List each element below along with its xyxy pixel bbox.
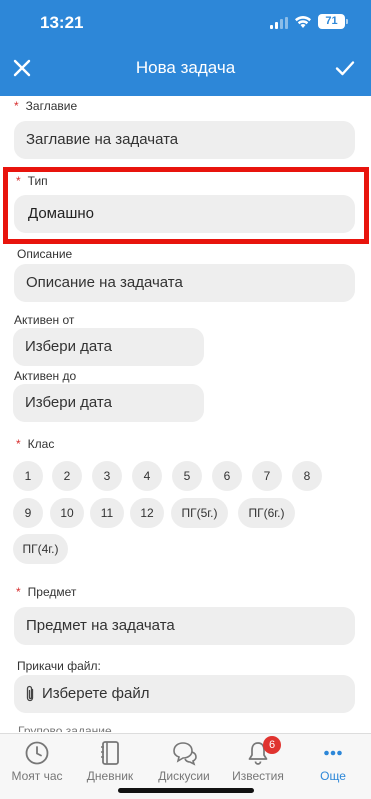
clock-icon bbox=[25, 741, 49, 765]
navigation-bar: Нова задача bbox=[0, 46, 371, 90]
tab-discussions[interactable]: Дискусии bbox=[147, 740, 221, 783]
active-from-date-picker[interactable]: Избери дата bbox=[13, 328, 204, 366]
class-chip-6[interactable]: 6 bbox=[212, 461, 242, 491]
notification-badge: 6 bbox=[263, 736, 281, 754]
title-input[interactable]: Заглавие на задачата bbox=[14, 121, 355, 159]
cellular-signal-icon bbox=[270, 17, 290, 29]
choose-file-label: Изберете файл bbox=[42, 685, 150, 702]
class-chip-10[interactable]: 10 bbox=[50, 498, 84, 528]
class-chip-7[interactable]: 7 bbox=[252, 461, 282, 491]
more-dots-icon bbox=[324, 750, 342, 756]
description-label: Описание bbox=[17, 247, 73, 261]
class-chip-4[interactable]: 4 bbox=[132, 461, 162, 491]
choose-file-button[interactable]: Изберете файл bbox=[14, 675, 355, 713]
active-to-date-picker[interactable]: Избери дата bbox=[13, 384, 204, 422]
tab-label: Още bbox=[320, 769, 346, 783]
class-chip-11[interactable]: 11 bbox=[90, 498, 124, 528]
tab-my-class[interactable]: Моят час bbox=[0, 740, 74, 783]
class-chip-5[interactable]: 5 bbox=[172, 461, 202, 491]
page-title: Нова задача bbox=[135, 58, 236, 77]
tab-label: Дискусии bbox=[158, 769, 210, 783]
attach-file-label: Прикачи файл: bbox=[17, 659, 101, 673]
checkmark-icon[interactable] bbox=[333, 56, 357, 80]
tab-label: Известия bbox=[232, 769, 284, 783]
class-chip-12[interactable]: 12 bbox=[130, 498, 164, 528]
active-from-label: Активен от bbox=[14, 313, 75, 327]
class-chip-9[interactable]: 9 bbox=[13, 498, 43, 528]
notebook-icon bbox=[101, 741, 119, 765]
class-chip-pg6[interactable]: ПГ(6г.) bbox=[238, 498, 295, 528]
status-time: 13:21 bbox=[40, 13, 84, 32]
required-asterisk: * bbox=[16, 437, 21, 451]
description-input[interactable]: Описание на задачата bbox=[14, 264, 355, 302]
tab-notifications[interactable]: 6 Известия bbox=[221, 736, 295, 783]
class-chip-1[interactable]: 1 bbox=[13, 461, 43, 491]
top-bar: 13:21 71 Нова задача bbox=[0, 0, 371, 96]
group-task-label: Групово задание bbox=[18, 724, 112, 732]
wifi-icon bbox=[295, 16, 311, 28]
tab-journal[interactable]: Дневник bbox=[73, 740, 147, 783]
class-chip-8[interactable]: 8 bbox=[292, 461, 322, 491]
active-to-label: Активен до bbox=[14, 369, 77, 383]
subject-label: * Предмет bbox=[16, 585, 77, 599]
tab-label: Моят час bbox=[11, 769, 63, 783]
class-chip-2[interactable]: 2 bbox=[52, 461, 82, 491]
chat-bubbles-icon bbox=[173, 742, 197, 766]
status-bar: 13:21 71 bbox=[0, 0, 371, 46]
class-chip-pg5[interactable]: ПГ(5г.) bbox=[171, 498, 228, 528]
home-indicator bbox=[118, 788, 254, 793]
paperclip-icon bbox=[26, 685, 34, 702]
battery-icon: 71 bbox=[318, 14, 348, 29]
tab-more[interactable]: Още bbox=[296, 740, 370, 783]
required-asterisk: * bbox=[16, 174, 21, 188]
required-asterisk: * bbox=[16, 585, 21, 599]
title-label: * Заглавие bbox=[14, 99, 78, 113]
type-label: * Тип bbox=[16, 174, 48, 188]
type-select[interactable]: Домашно bbox=[14, 195, 355, 233]
tab-label: Дневник bbox=[86, 769, 134, 783]
required-asterisk: * bbox=[14, 99, 19, 113]
class-label: * Клас bbox=[16, 437, 55, 451]
class-chip-3[interactable]: 3 bbox=[92, 461, 122, 491]
subject-input[interactable]: Предмет на задачата bbox=[14, 607, 355, 645]
class-chip-pg4[interactable]: ПГ(4г.) bbox=[13, 534, 68, 564]
